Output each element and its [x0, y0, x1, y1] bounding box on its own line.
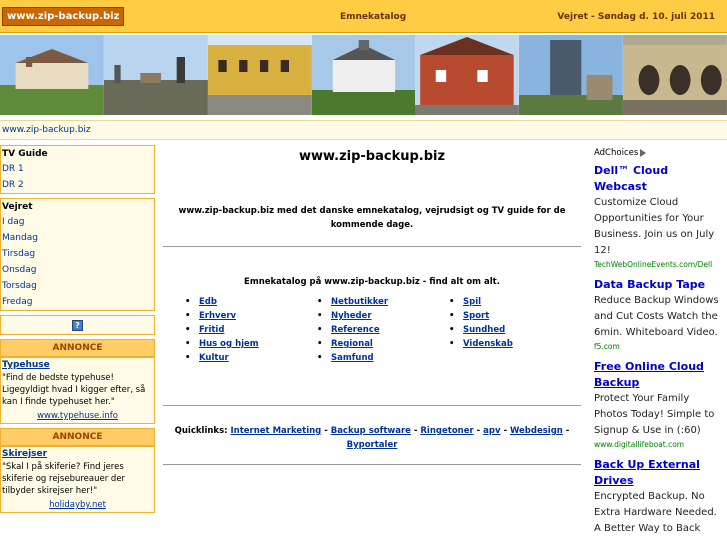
- category-reference[interactable]: Reference: [317, 325, 449, 335]
- right-ad-url[interactable]: www.digitallifeboat.com: [594, 440, 721, 449]
- weather-item-thursday[interactable]: Torsdag: [1, 278, 154, 294]
- right-ad-dell: Dell™ Cloud Webcast Customize Cloud Oppo…: [588, 161, 727, 275]
- category-nyheder[interactable]: Nyheder: [317, 311, 449, 321]
- right-ad-text: Protect Your Family Photos Today! Simple…: [594, 393, 715, 436]
- divider: [163, 405, 581, 406]
- sidebar-ad-typehuse: Typehuse "Find de bedste typehuse! Ligeg…: [0, 357, 155, 424]
- category-edb[interactable]: Edb: [185, 297, 317, 307]
- category-kultur[interactable]: Kultur: [185, 353, 317, 363]
- right-ad-url[interactable]: TechWebOnlineEvents.com/Dell: [594, 260, 721, 269]
- ad-link[interactable]: www.typehuse.info: [2, 411, 153, 421]
- quicklinks-label: Quicklinks:: [174, 426, 228, 436]
- category-list: Edb Erhverv Fritid Hus og hjem Kultur Ne…: [163, 297, 581, 367]
- quicklink-webdesign[interactable]: Webdesign: [510, 426, 563, 436]
- intro-text: www.zip-backup.biz med det danske emneka…: [178, 206, 566, 230]
- page-title: www.zip-backup.biz: [298, 149, 446, 164]
- category-column: Edb Erhverv Fritid Hus og hjem Kultur: [185, 297, 317, 367]
- banner-photo-manor: [311, 35, 416, 115]
- divider: [163, 246, 581, 247]
- banner-photo-arches: [623, 35, 727, 115]
- category-erhverv[interactable]: Erhverv: [185, 311, 317, 321]
- banner-photo-skyline: [103, 35, 208, 115]
- category-samfund[interactable]: Samfund: [317, 353, 449, 363]
- right-ad-back-up-drives: Back Up External Drives Encrypted Backup…: [588, 455, 727, 543]
- main-content: www.zip-backup.biz www.zip-backup.biz me…: [163, 145, 581, 465]
- weather-item-monday[interactable]: Mandag: [1, 230, 154, 246]
- adchoices-label[interactable]: AdChoices: [588, 145, 727, 161]
- weather-date-link[interactable]: Vejret - Søndag d. 10. juli 2011: [557, 12, 715, 22]
- ad-title[interactable]: Skirejser: [2, 449, 153, 459]
- help-icon[interactable]: ?: [72, 319, 83, 331]
- tv-item-dr2[interactable]: DR 2: [1, 177, 154, 193]
- category-sport[interactable]: Sport: [449, 311, 581, 321]
- category-spil[interactable]: Spil: [449, 297, 581, 307]
- tv-guide-box: TV Guide DR 1 DR 2: [0, 145, 155, 194]
- site-logo[interactable]: www.zip-backup.biz: [2, 7, 125, 26]
- tv-item-dr1[interactable]: DR 1: [1, 161, 154, 177]
- right-ad-url[interactable]: f5.com: [594, 342, 721, 351]
- right-ad-text: Customize Cloud Opportunities for Your B…: [594, 197, 715, 256]
- banner-photo-timber-house: [415, 35, 520, 115]
- right-ad-column: AdChoices Dell™ Cloud Webcast Customize …: [588, 145, 727, 543]
- weather-item-friday[interactable]: Fredag: [1, 294, 154, 310]
- weather-item-tuesday[interactable]: Tirsdag: [1, 246, 154, 262]
- weather-item-today[interactable]: I dag: [1, 214, 154, 230]
- sidebar-ad-skirejser: Skirejser "Skal I på skiferie? Find jere…: [0, 446, 155, 513]
- category-hus-og-hjem[interactable]: Hus og hjem: [185, 339, 317, 349]
- banner-photo-castle: [0, 35, 104, 115]
- right-ad-title[interactable]: Dell™ Cloud Webcast: [594, 163, 721, 195]
- quicklink-apv[interactable]: apv: [483, 426, 500, 436]
- adchoices-text: AdChoices: [594, 148, 639, 158]
- weather-title[interactable]: Vejret: [1, 199, 154, 214]
- catalog-heading: Emnekatalog på www.zip-backup.biz - find…: [244, 277, 500, 287]
- banner-photo-street: [207, 35, 312, 115]
- catalog-link[interactable]: Emnekatalog: [340, 12, 406, 22]
- annonce-header-1: ANNONCE: [0, 339, 155, 357]
- weather-box: Vejret I dag Mandag Tirsdag Onsdag Torsd…: [0, 198, 155, 311]
- help-box: ?: [0, 315, 155, 335]
- category-videnskab[interactable]: Videnskab: [449, 339, 581, 349]
- quicklink-internet-marketing[interactable]: Internet Marketing: [231, 426, 322, 436]
- right-ad-text: Encrypted Backup. No Extra Hardware Need…: [594, 491, 717, 534]
- adchoices-icon: [640, 149, 647, 157]
- breadcrumb[interactable]: www.zip-backup.biz: [2, 125, 91, 135]
- right-ad-free-cloud-backup: Free Online Cloud Backup Protect Your Fa…: [588, 357, 727, 455]
- ad-text: "Skal I på skiferie? Find jeres skiferie…: [2, 462, 126, 496]
- category-sundhed[interactable]: Sundhed: [449, 325, 581, 335]
- quicklink-ringetoner[interactable]: Ringetoner: [420, 426, 473, 436]
- weather-item-wednesday[interactable]: Onsdag: [1, 262, 154, 278]
- quicklink-backup-software[interactable]: Backup software: [331, 426, 411, 436]
- top-bar: www.zip-backup.biz Emnekatalog Vejret - …: [0, 0, 727, 33]
- quicklinks: Quicklinks: Internet Marketing - Backup …: [174, 426, 570, 450]
- category-netbutikker[interactable]: Netbutikker: [317, 297, 449, 307]
- category-column: Netbutikker Nyheder Reference Regional S…: [317, 297, 449, 367]
- right-ad-title[interactable]: Data Backup Tape: [594, 277, 721, 293]
- right-ad-title[interactable]: Back Up External Drives: [594, 457, 721, 489]
- right-ad-text: Reduce Backup Windows and Cut Costs Watc…: [594, 295, 719, 338]
- category-regional[interactable]: Regional: [317, 339, 449, 349]
- ad-title[interactable]: Typehuse: [2, 360, 153, 370]
- breadcrumb-bar: www.zip-backup.biz: [0, 120, 727, 140]
- ad-link[interactable]: holidayby.net: [2, 500, 153, 510]
- left-sidebar: TV Guide DR 1 DR 2 Vejret I dag Mandag T…: [0, 145, 155, 517]
- annonce-header-2: ANNONCE: [0, 428, 155, 446]
- banner-photo-tower: [519, 35, 624, 115]
- quicklink-byportaler[interactable]: Byportaler: [347, 440, 398, 450]
- photo-banner: [0, 35, 727, 115]
- right-ad-data-backup-tape: Data Backup Tape Reduce Backup Windows a…: [588, 275, 727, 357]
- ad-text: "Find de bedste typehuse! Ligegyldigt hv…: [2, 373, 146, 407]
- category-column: Spil Sport Sundhed Videnskab: [449, 297, 581, 367]
- tv-guide-title[interactable]: TV Guide: [1, 146, 154, 161]
- divider: [163, 464, 581, 465]
- category-fritid[interactable]: Fritid: [185, 325, 317, 335]
- right-ad-title[interactable]: Free Online Cloud Backup: [594, 359, 721, 391]
